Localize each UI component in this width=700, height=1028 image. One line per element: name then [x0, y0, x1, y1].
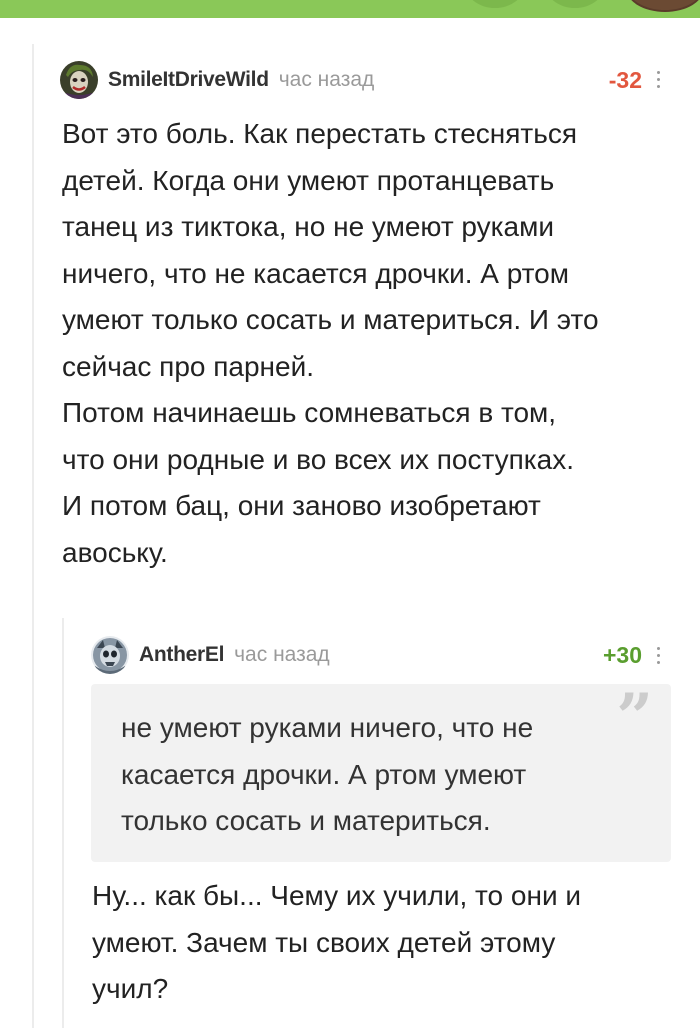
top-bar	[0, 0, 700, 18]
avatar[interactable]	[91, 636, 129, 674]
avatar[interactable]	[60, 61, 98, 99]
comment-line: ничего, что не касается дрочки. А ртом	[62, 257, 570, 289]
comment-line: сейчас про парней.	[62, 350, 314, 382]
quote-block: ” не умеют руками ничего, что не касаетс…	[91, 684, 671, 862]
comment-line: умеют. Зачем ты своих детей этому	[92, 926, 556, 958]
comment-rating: -32	[608, 67, 642, 93]
comment-line: учил?	[92, 973, 169, 1004]
quote-line: только сосать и материться.	[121, 805, 491, 836]
comment-time: час назад	[278, 68, 375, 91]
top-action-button[interactable]	[546, 0, 604, 8]
username[interactable]: SmileItDriveWild	[108, 68, 269, 92]
comment-header: SmileItDriveWild час назад	[60, 61, 374, 99]
quote-line: касается дрочки. А ртом умеют	[121, 758, 527, 790]
quote-line: не умеют руками ничего, что не	[121, 712, 534, 743]
reply-header: AntherEl час назад	[91, 636, 330, 674]
comment-line: танец из тиктока, но не умеют руками	[62, 211, 555, 242]
comment-line: умеют только сосать и материться. И это	[62, 304, 599, 335]
reply-body: Ну... как бы... Чему их учили, то они и …	[92, 873, 672, 1013]
thread-line[interactable]	[32, 44, 34, 1028]
comment-body: Вот это боль. Как перестать стесняться д…	[62, 111, 682, 576]
more-options-icon[interactable]	[657, 647, 661, 664]
comment-line: И потом бац, они заново изобретают	[62, 490, 541, 521]
quote-mark-icon: ”	[616, 680, 653, 755]
username[interactable]: AntherEl	[139, 643, 224, 667]
comment-line: Ну... как бы... Чему их учили, то они и	[92, 880, 582, 911]
comment-line: детей. Когда они умеют протанцевать	[62, 164, 555, 196]
comment-time: час назад	[234, 643, 330, 666]
thread-line-nested[interactable]	[62, 618, 64, 1028]
user-avatar-top[interactable]	[626, 0, 700, 12]
comment-line: что они родные и во всех их поступках.	[62, 443, 575, 475]
comment-line: авоську.	[62, 536, 168, 568]
top-action-button[interactable]	[466, 0, 524, 8]
quote-text: не умеют руками ничего, что не касается …	[121, 705, 621, 845]
comment-line: Вот это боль. Как перестать стесняться	[62, 118, 577, 149]
more-options-icon[interactable]	[657, 71, 661, 88]
comment-line: Потом начинаешь сомневаться в том,	[62, 397, 557, 428]
comment-rating: +30	[602, 642, 642, 668]
